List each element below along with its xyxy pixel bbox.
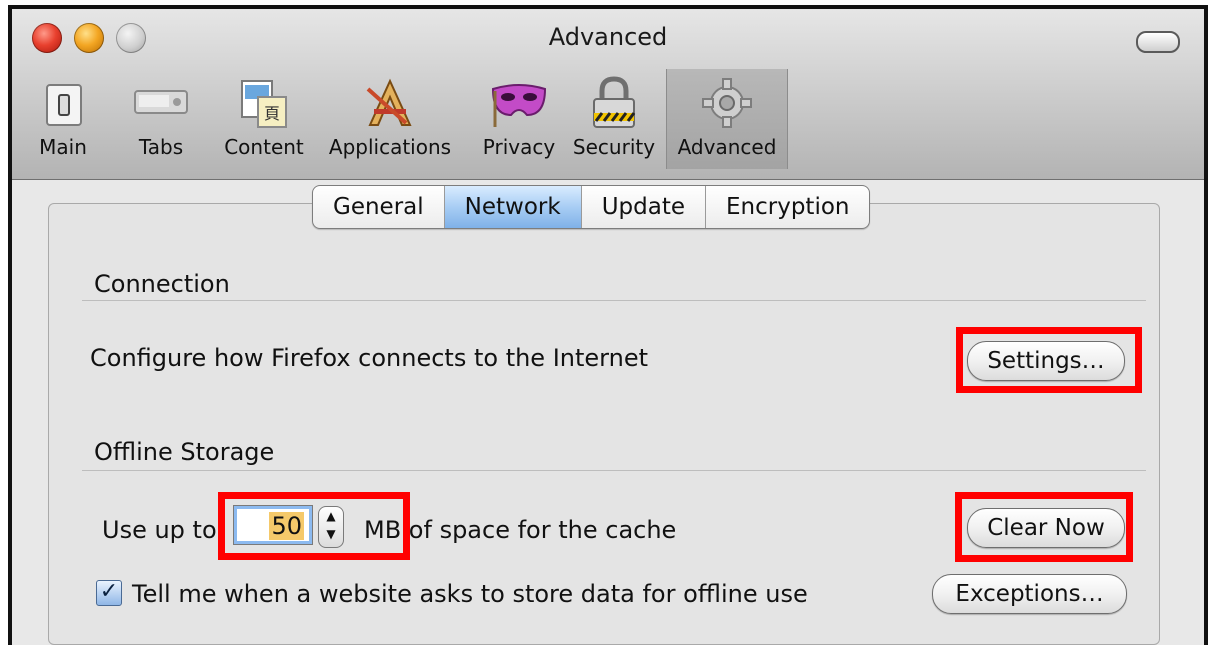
titlebar: Advanced Main Tabs 頁 Content Application…: [12, 9, 1204, 180]
toolbar-item-advanced[interactable]: Advanced: [666, 69, 788, 169]
connection-heading: Connection: [94, 270, 230, 298]
toolbar-label-applications: Applications: [328, 135, 452, 159]
toolbar-label-security: Security: [572, 135, 656, 159]
tab-general[interactable]: General: [313, 186, 445, 228]
toolbar-label-advanced: Advanced: [677, 135, 777, 159]
toolbar-toggle-button[interactable]: [1136, 31, 1180, 53]
content-icon: 頁: [241, 80, 287, 128]
offline-notify-label: Tell me when a website asks to store dat…: [132, 580, 808, 608]
toolbar-label-main: Main: [39, 135, 87, 159]
offline-storage-heading: Offline Storage: [94, 438, 275, 466]
tab-update[interactable]: Update: [582, 186, 706, 228]
toolbar-label-content: Content: [224, 135, 304, 159]
tab-encryption[interactable]: Encryption: [706, 186, 869, 228]
toolbar-item-content[interactable]: 頁 Content: [212, 69, 316, 169]
switch-icon: [46, 84, 82, 126]
lock-icon: [593, 76, 636, 128]
toolbar-item-applications[interactable]: Applications: [320, 69, 460, 169]
toolbar-item-privacy[interactable]: Privacy: [474, 69, 564, 169]
toolbar-item-tabs[interactable]: Tabs: [122, 69, 200, 169]
toolbar-label-privacy: Privacy: [482, 135, 556, 159]
connection-divider: [82, 300, 1146, 301]
toolbar-item-main[interactable]: Main: [34, 69, 92, 169]
toolbar-item-security[interactable]: Security: [566, 69, 662, 169]
tabs-icon: [134, 90, 188, 114]
svg-text:頁: 頁: [264, 104, 280, 123]
tab-network[interactable]: Network: [444, 186, 582, 228]
toolbar-label-tabs: Tabs: [138, 135, 184, 159]
highlight-settings: [956, 327, 1142, 393]
advanced-tabs: General Network Update Encryption: [312, 185, 871, 229]
applications-icon: [366, 78, 412, 126]
mask-icon: [491, 84, 547, 127]
exceptions-button[interactable]: Exceptions…: [932, 574, 1127, 614]
window-title: Advanced: [548, 23, 668, 51]
offline-storage-divider: [82, 470, 1146, 471]
highlight-cache-size: [218, 492, 410, 560]
highlight-clear-now: [955, 492, 1133, 562]
cache-prefix-text: Use up to: [102, 516, 217, 544]
offline-notify-checkbox[interactable]: ✓: [96, 580, 122, 606]
gear-icon: [702, 78, 752, 128]
connection-description: Configure how Firefox connects to the In…: [90, 344, 648, 372]
cache-suffix-text: MB of space for the cache: [364, 516, 677, 544]
